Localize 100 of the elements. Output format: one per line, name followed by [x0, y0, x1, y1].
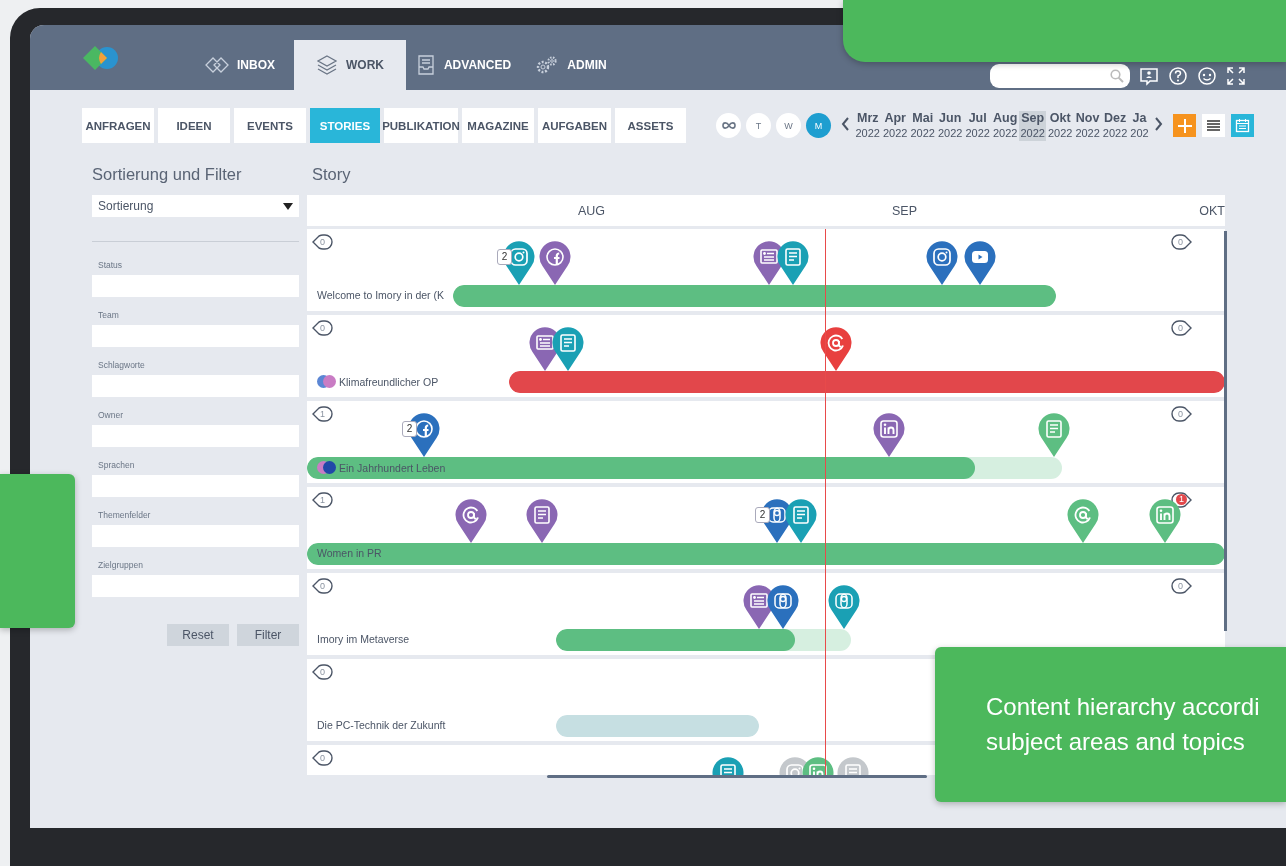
youtube-pin[interactable]: [964, 241, 996, 285]
article-pin[interactable]: [777, 241, 809, 285]
calendar-view-button[interactable]: [1231, 114, 1255, 137]
article-pin[interactable]: [526, 499, 558, 543]
filter-field[interactable]: [92, 575, 299, 597]
month-item[interactable]: Apr 2022: [881, 110, 909, 141]
mail-pin[interactable]: [1067, 499, 1099, 543]
month-item[interactable]: Sep 2022: [1018, 110, 1047, 141]
month-item[interactable]: Nov 2022: [1073, 110, 1102, 141]
field-label: Schlagworte: [98, 360, 146, 370]
field-label: Sprachen: [98, 460, 136, 470]
comment-counter[interactable]: 0: [1170, 320, 1192, 336]
infinity-view-button[interactable]: [716, 113, 741, 138]
list-view-button[interactable]: [1202, 114, 1226, 137]
story-title[interactable]: Klimafreundlicher OP: [339, 375, 439, 388]
facebook-pin[interactable]: [539, 241, 571, 285]
month-item[interactable]: Jul 2022: [963, 110, 992, 141]
nav-tab[interactable]: ADVANCED: [406, 40, 521, 90]
content-title: Story: [312, 165, 352, 185]
callout-text: subject areas and topics: [986, 727, 1246, 757]
comment-counter[interactable]: 1: [312, 406, 334, 422]
comment-counter[interactable]: 0: [1170, 578, 1192, 594]
story-title[interactable]: Imory im Metaverse: [317, 633, 410, 645]
field-label: Zielgruppen: [98, 560, 144, 570]
story-title[interactable]: Women in PR: [317, 547, 382, 559]
filter-field[interactable]: [92, 375, 299, 397]
section-tab[interactable]: EVENTS: [234, 108, 306, 143]
article-pin[interactable]: [552, 327, 584, 371]
smiley-icon[interactable]: [1197, 65, 1217, 86]
progress-track[interactable]: [556, 629, 851, 651]
app-logo: [82, 44, 120, 71]
month-item[interactable]: Ja 202: [1128, 110, 1151, 141]
linkedin-pin[interactable]: [1149, 499, 1181, 543]
expand-icon[interactable]: [1226, 65, 1246, 86]
horizontal-scrollbar[interactable]: [547, 775, 927, 778]
month-heading: OKT: [1199, 204, 1225, 218]
mail-pin[interactable]: [455, 499, 487, 543]
filter-field[interactable]: [92, 425, 299, 447]
story-title[interactable]: Welcome to Imory in der (K: [317, 289, 444, 301]
sidebar-title: Sortierung und Filter: [92, 165, 243, 185]
count-badge: 2: [402, 421, 417, 437]
article-pin[interactable]: [785, 499, 817, 543]
story-title[interactable]: Ein Jahrhundert Leben: [339, 461, 446, 474]
field-label: Team: [98, 310, 120, 320]
comment-counter[interactable]: 0: [312, 578, 334, 594]
layers-icon: [316, 54, 338, 76]
month-item[interactable]: Mrz 2022: [854, 110, 882, 141]
callout-text: Content hierarchy accordi: [986, 692, 1261, 722]
gears-icon: [535, 55, 560, 75]
nav-tab[interactable]: ADMIN: [521, 40, 621, 90]
section-tab[interactable]: MAGAZINE: [462, 108, 534, 143]
comment-counter[interactable]: 1: [312, 492, 334, 508]
nav-tab[interactable]: WORK: [294, 40, 406, 90]
comment-counter[interactable]: 0: [312, 664, 334, 680]
comment-counter[interactable]: 0: [312, 320, 334, 336]
mail-pin[interactable]: [820, 327, 852, 371]
help-icon[interactable]: [1168, 65, 1188, 86]
view-mode-button[interactable]: W: [776, 113, 801, 138]
comment-counter[interactable]: 0: [1170, 406, 1192, 422]
metaverse-pin[interactable]: [828, 585, 860, 629]
linkedin-pin[interactable]: [873, 413, 905, 457]
section-tab[interactable]: IDEEN: [158, 108, 230, 143]
sort-dropdown[interactable]: Sortierung: [92, 195, 299, 217]
section-tab[interactable]: ANFRAGEN: [82, 108, 154, 143]
search-field[interactable]: [990, 63, 1130, 88]
article-pin[interactable]: [1038, 413, 1070, 457]
tray-icon: [415, 54, 436, 76]
comment-counter[interactable]: 0: [312, 750, 334, 766]
filter-button[interactable]: Filter: [237, 624, 299, 646]
view-mode-button[interactable]: T: [746, 113, 771, 138]
field-label: Status: [98, 260, 124, 270]
message-icon[interactable]: [1139, 65, 1159, 86]
section-tab[interactable]: PUBLIKATION: [384, 108, 458, 143]
infinity-icon: [720, 121, 737, 130]
field-label: Owner: [98, 410, 125, 420]
vertical-scrollbar[interactable]: [1224, 231, 1227, 631]
month-item[interactable]: Jun 2022: [936, 110, 964, 141]
filter-field[interactable]: [92, 325, 299, 347]
count-badge: 2: [755, 507, 770, 523]
reset-button[interactable]: Reset: [167, 624, 229, 646]
add-button[interactable]: [1173, 114, 1197, 137]
month-item[interactable]: Okt 2022: [1046, 110, 1074, 141]
rings-icon: [205, 57, 229, 73]
section-tab[interactable]: AUFGABEN: [538, 108, 611, 143]
filter-field[interactable]: [92, 475, 299, 497]
section-tab[interactable]: ASSETS: [615, 108, 686, 143]
filter-field[interactable]: [92, 275, 299, 297]
month-heading: SEP: [892, 204, 917, 218]
month-item[interactable]: Aug 2022: [991, 110, 1019, 141]
month-item[interactable]: Mai 2022: [908, 110, 937, 141]
metaverse-pin[interactable]: [767, 585, 799, 629]
story-title[interactable]: Die PC-Technik der Zukunft: [317, 719, 446, 731]
filter-field[interactable]: [92, 525, 299, 547]
month-item[interactable]: Dez 2022: [1101, 110, 1129, 141]
count-badge: 2: [497, 249, 512, 265]
instagram-pin[interactable]: [926, 241, 958, 285]
view-mode-button[interactable]: M: [806, 113, 831, 138]
nav-tab[interactable]: INBOX: [186, 40, 294, 90]
comment-counter[interactable]: 0: [312, 234, 334, 250]
comment-counter[interactable]: 0: [1170, 234, 1192, 250]
